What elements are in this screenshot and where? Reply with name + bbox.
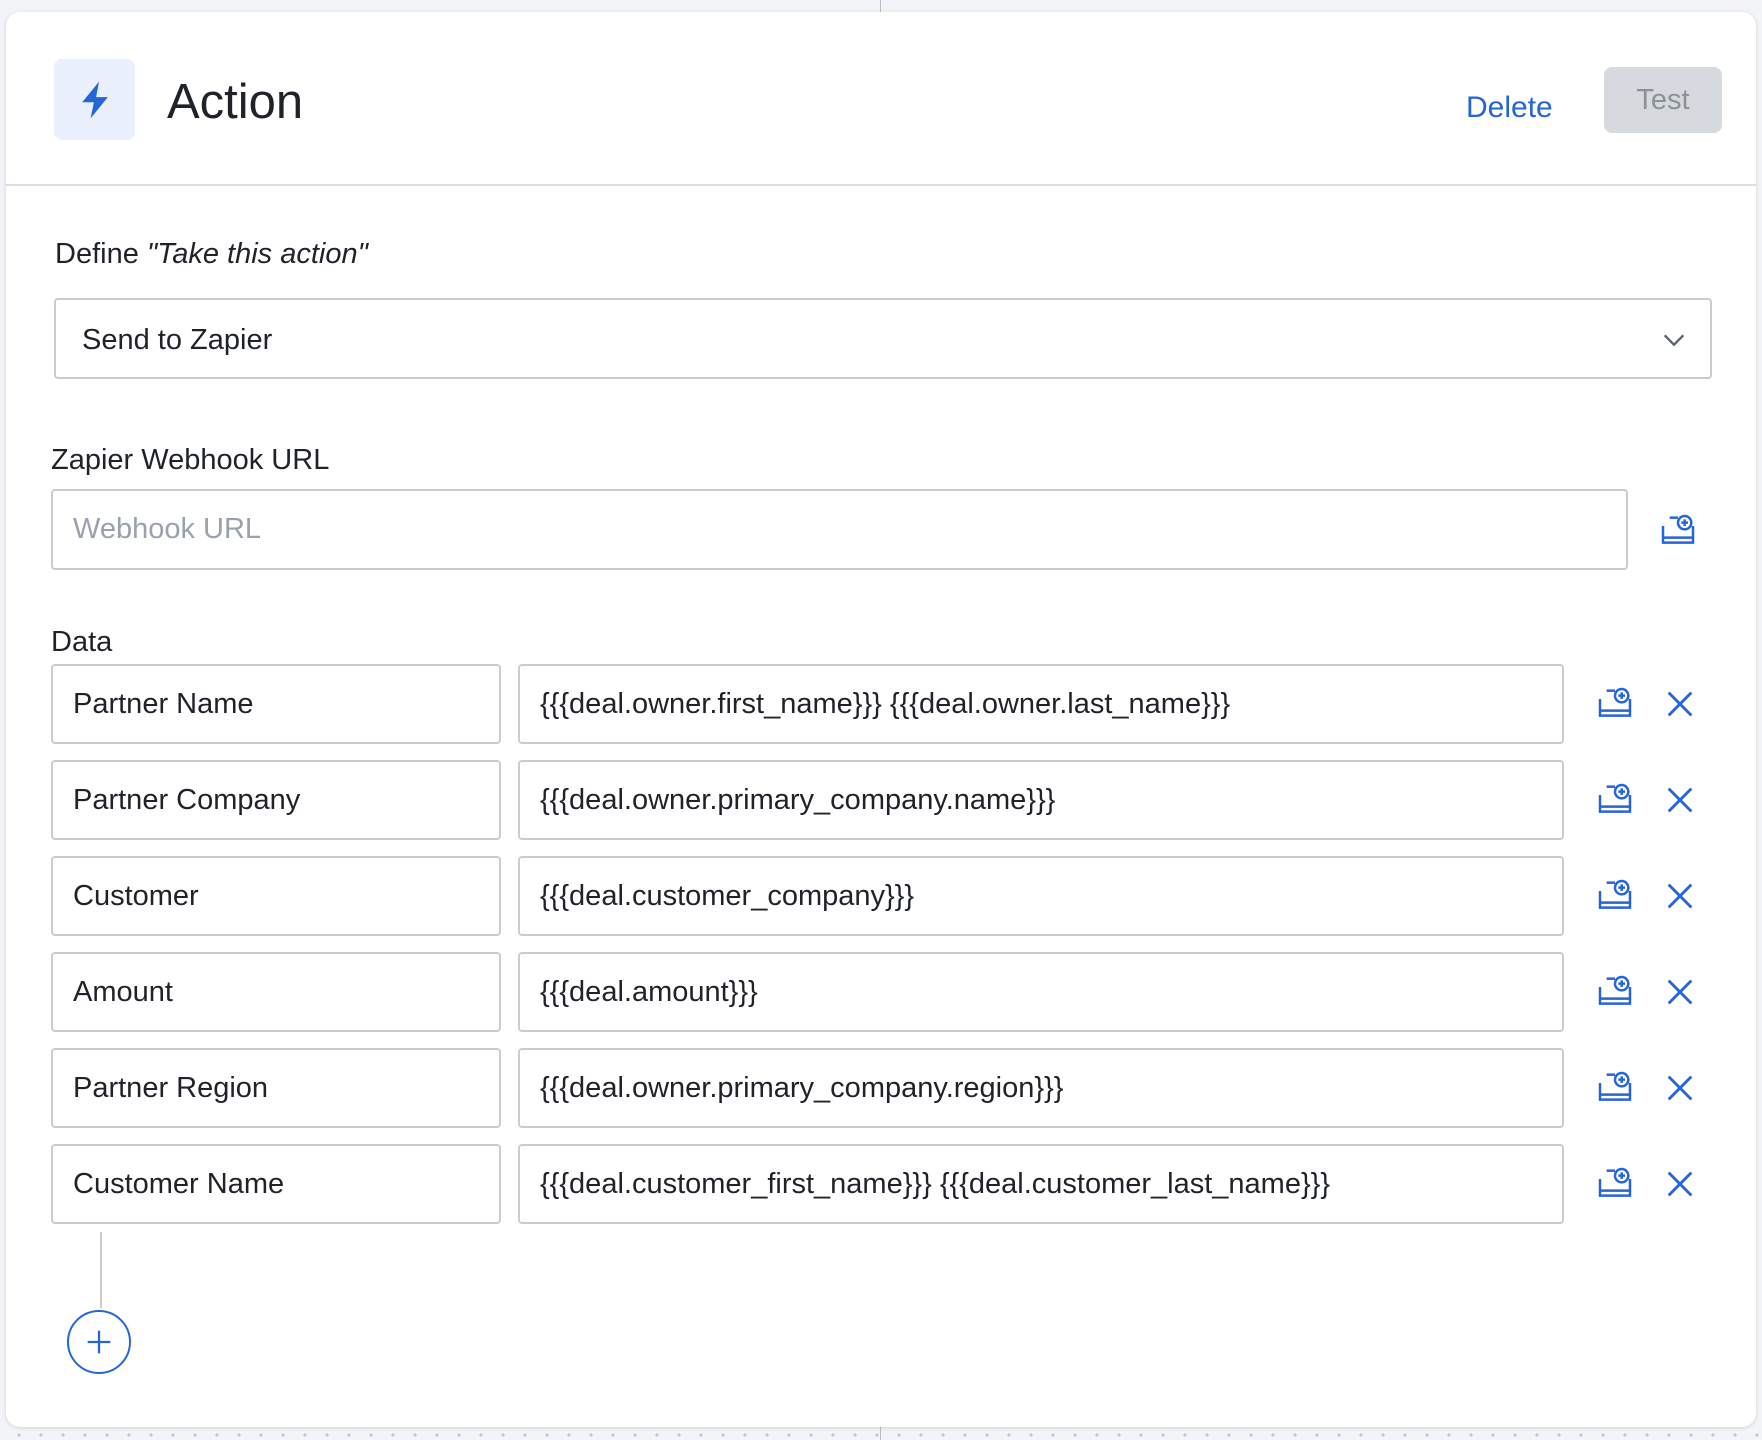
insert-variable-icon[interactable]: [1656, 509, 1700, 553]
webhook-url-label: Zapier Webhook URL: [51, 444, 330, 476]
action-type-value: Send to Zapier: [82, 324, 273, 356]
data-value-field[interactable]: {{{deal.owner.first_name}}} {{{deal.owne…: [518, 664, 1564, 744]
webhook-url-input[interactable]: [51, 489, 1628, 570]
add-row-button[interactable]: [67, 1310, 131, 1374]
insert-variable-icon[interactable]: [1593, 778, 1637, 822]
data-key-field[interactable]: Partner Company: [51, 760, 501, 840]
insert-variable-icon[interactable]: [1593, 1162, 1637, 1206]
remove-row-close-icon[interactable]: [1658, 1066, 1702, 1110]
plus-icon: [87, 1330, 111, 1354]
data-key-field[interactable]: Partner Name: [51, 664, 501, 744]
test-button[interactable]: Test: [1604, 67, 1722, 133]
lightning-bolt-icon: [54, 59, 135, 140]
data-key-field[interactable]: Amount: [51, 952, 501, 1032]
remove-row-close-icon[interactable]: [1658, 682, 1702, 726]
add-row-connector: [100, 1232, 102, 1308]
delete-button[interactable]: Delete: [1446, 72, 1573, 144]
insert-variable-icon[interactable]: [1593, 682, 1637, 726]
insert-variable-icon[interactable]: [1593, 970, 1637, 1014]
action-panel: Action Delete Test Define "Take this act…: [6, 12, 1756, 1427]
data-section-label: Data: [51, 626, 113, 658]
data-key-field[interactable]: Partner Region: [51, 1048, 501, 1128]
insert-variable-icon[interactable]: [1593, 1066, 1637, 1110]
data-value-field[interactable]: {{{deal.amount}}}: [518, 952, 1564, 1032]
define-label-italic: "Take this action": [146, 238, 368, 270]
data-key-field[interactable]: Customer Name: [51, 1144, 501, 1224]
data-key-field[interactable]: Customer: [51, 856, 501, 936]
panel-header: Action Delete Test: [6, 12, 1756, 186]
action-type-select[interactable]: Send to Zapier: [54, 298, 1712, 379]
data-value-field[interactable]: {{{deal.owner.primary_company.name}}}: [518, 760, 1564, 840]
data-value-field[interactable]: {{{deal.customer_first_name}}} {{{deal.c…: [518, 1144, 1564, 1224]
define-action-label: Define "Take this action": [55, 236, 368, 272]
insert-variable-icon[interactable]: [1593, 874, 1637, 918]
remove-row-close-icon[interactable]: [1658, 874, 1702, 918]
remove-row-close-icon[interactable]: [1658, 970, 1702, 1014]
define-label-prefix: Define: [55, 238, 147, 270]
page-title: Action: [167, 75, 304, 129]
remove-row-close-icon[interactable]: [1658, 778, 1702, 822]
chevron-down-icon: [1663, 334, 1685, 347]
remove-row-close-icon[interactable]: [1658, 1162, 1702, 1206]
data-value-field[interactable]: {{{deal.customer_company}}}: [518, 856, 1564, 936]
data-value-field[interactable]: {{{deal.owner.primary_company.region}}}: [518, 1048, 1564, 1128]
